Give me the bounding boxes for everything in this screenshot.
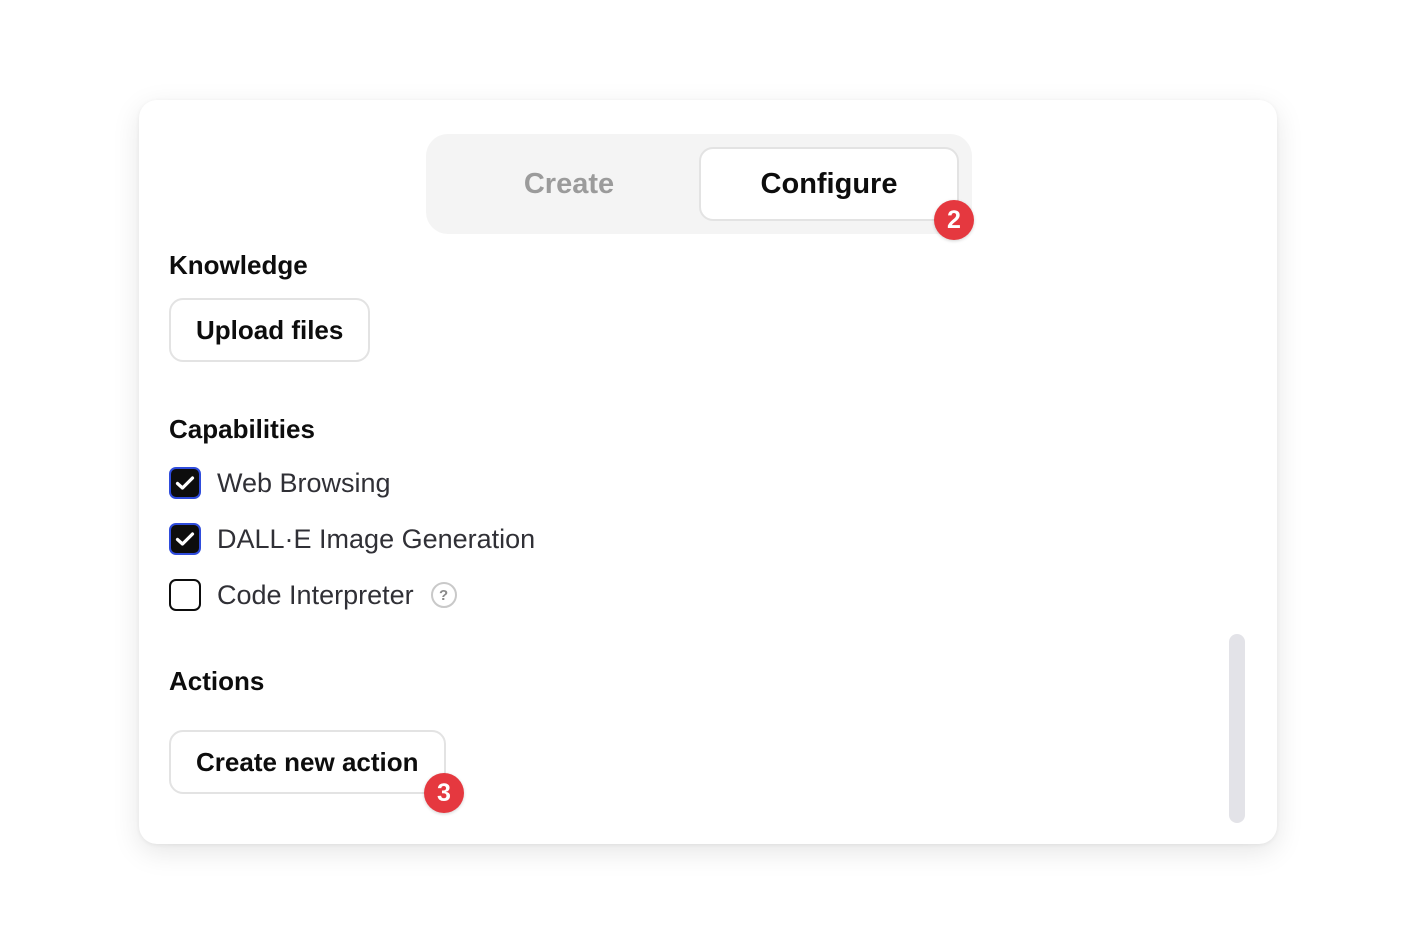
check-icon: [175, 476, 195, 490]
create-new-action-button[interactable]: Create new action: [169, 730, 446, 794]
step-badge-3: 3: [424, 773, 464, 813]
knowledge-heading: Knowledge: [169, 250, 308, 280]
code-interpreter-label: Code Interpreter: [217, 579, 414, 610]
dalle-label: DALL·E Image Generation: [217, 523, 536, 554]
step-badge-2: 2: [934, 200, 974, 240]
check-icon: [175, 532, 195, 546]
upload-files-button[interactable]: Upload files: [169, 298, 371, 362]
tab-create[interactable]: Create: [439, 147, 699, 221]
capabilities-heading: Capabilities: [169, 414, 315, 444]
tab-configure[interactable]: Configure: [699, 147, 959, 221]
configure-panel: Create Configure 2 Knowledge Upload file…: [139, 100, 1277, 844]
scrollbar-thumb[interactable]: [1229, 634, 1245, 823]
dalle-checkbox[interactable]: [169, 523, 201, 555]
web-browsing-checkbox[interactable]: [169, 467, 201, 499]
question-mark-icon[interactable]: ?: [430, 582, 457, 608]
capability-row-web-browsing[interactable]: Web Browsing: [169, 466, 391, 500]
capability-row-dalle[interactable]: DALL·E Image Generation: [169, 522, 535, 556]
web-browsing-label: Web Browsing: [217, 467, 391, 498]
create-configure-toggle: Create Configure: [426, 134, 972, 234]
code-interpreter-checkbox[interactable]: [169, 579, 201, 611]
actions-heading: Actions: [169, 666, 265, 696]
capability-row-code-interpreter[interactable]: Code Interpreter ?: [169, 578, 457, 612]
